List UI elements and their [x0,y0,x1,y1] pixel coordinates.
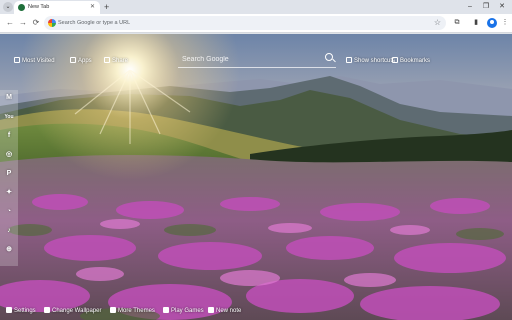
shortcuts-icon [346,57,352,63]
wallpaper-image [0,34,512,320]
tab-favicon-icon [18,4,25,11]
new-tab-button[interactable]: + [104,1,109,13]
show-shortcuts-label: Show shortcuts [354,58,396,64]
shortcuts-sidebar: M You f ◎ P ✦ ◔ ♪ ⊕ [0,90,18,266]
most-visited-button[interactable]: Most Visited [14,56,55,66]
change-wallpaper-label: Change Wallpaper [52,308,102,314]
facebook-icon[interactable]: f [3,130,15,142]
more-themes-button[interactable]: More Themes [110,306,155,316]
clock-icon [14,57,20,63]
note-icon [208,307,214,313]
themes-icon [110,307,116,313]
tab-new-tab[interactable]: New Tab ✕ [14,1,100,14]
whatsapp-icon[interactable]: ◔ [3,206,15,218]
share-button[interactable]: Share [104,56,128,66]
play-games-label: Play Games [171,308,204,314]
show-shortcuts-button[interactable]: Show shortcuts [346,56,395,66]
profile-avatar[interactable] [487,18,497,28]
gmail-icon[interactable]: M [3,92,15,104]
browser-toolbar: ← → ⟳ Search Google or type a URL ☆ ⧉ ▮ … [0,14,512,33]
bottom-bar: Settings Change Wallpaper More Themes Pl… [0,302,512,320]
more-themes-label: More Themes [118,308,155,314]
youtube-icon[interactable]: You [3,111,15,123]
settings-label: Settings [14,308,36,314]
tab-search-button[interactable]: ⌄ [3,2,13,12]
gear-icon [6,307,12,313]
bookmark-star-icon[interactable]: ☆ [434,17,441,29]
google-icon [48,19,56,27]
tab-close-icon[interactable]: ✕ [90,3,95,12]
bookmarks-button[interactable]: Bookmarks [392,56,430,66]
apps-grid-icon [70,57,76,63]
pinterest-icon[interactable]: P [3,168,15,180]
extensions-icon[interactable]: ⧉ [451,17,463,29]
change-wallpaper-button[interactable]: Change Wallpaper [44,306,101,316]
maximize-button[interactable]: ❐ [479,1,493,13]
apps-label: Apps [78,58,92,64]
new-note-label: New note [216,308,242,314]
search-input[interactable] [182,53,312,66]
tab-title: New Tab [28,4,50,10]
apps-button[interactable]: Apps [70,56,92,66]
address-bar-placeholder: Search Google or type a URL [58,20,131,26]
reload-button[interactable]: ⟳ [30,17,42,29]
image-icon [44,307,50,313]
minimize-button[interactable]: – [463,1,477,13]
menu-icon[interactable]: ⋮ [499,17,511,29]
instagram-icon[interactable]: ◎ [3,149,15,161]
search-icon[interactable] [325,53,333,61]
tab-strip: ⌄ New Tab ✕ + – ❐ ✕ [0,0,512,14]
more-shortcuts-icon[interactable]: ⊕ [3,244,15,256]
settings-button[interactable]: Settings [6,306,36,316]
close-window-button[interactable]: ✕ [495,1,509,13]
share-label: Share [112,58,129,64]
twitter-icon[interactable]: ✦ [3,187,15,199]
bookmark-icon [392,57,398,63]
tiktok-icon[interactable]: ♪ [3,225,15,237]
forward-button[interactable]: → [17,17,29,29]
play-games-button[interactable]: Play Games [163,306,204,316]
side-panel-icon[interactable]: ▮ [470,17,482,29]
share-icon [104,57,110,63]
address-bar[interactable]: Search Google or type a URL ☆ [44,16,446,30]
new-note-button[interactable]: New note [208,306,241,316]
back-button[interactable]: ← [4,17,16,29]
new-tab-page: Most Visited Apps Share Show shortcuts B… [0,34,512,320]
search-box [178,52,336,68]
gamepad-icon [163,307,169,313]
bookmarks-label: Bookmarks [400,58,431,64]
most-visited-label: Most Visited [22,58,55,64]
